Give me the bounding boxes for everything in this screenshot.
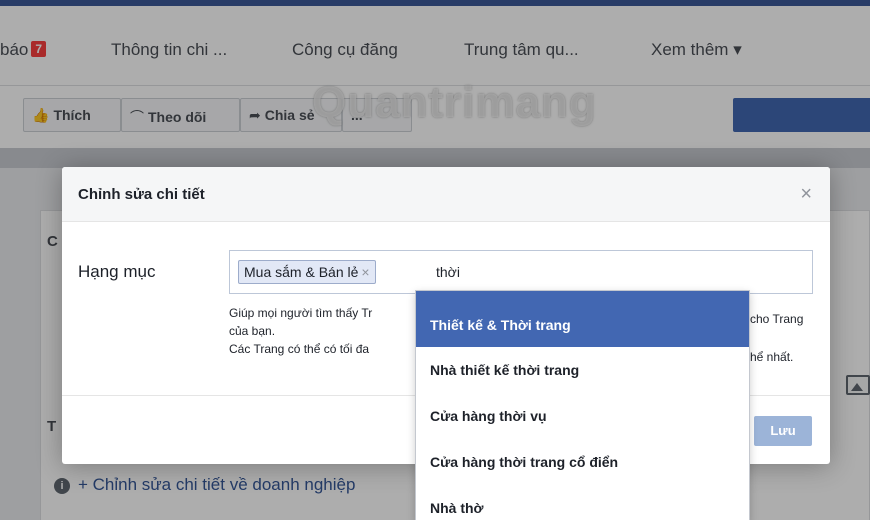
suggestion-item[interactable]: Cửa hàng thời vụ (416, 393, 749, 439)
suggestion-item[interactable]: Nhà thiết kế thời trang (416, 347, 749, 393)
suggestion-item[interactable]: Cửa hàng thời trang cổ điển (416, 439, 749, 485)
category-label: Hạng mục (78, 262, 156, 281)
typed-query: thời (436, 264, 460, 280)
category-input[interactable]: Mua sắm & Bán lẻ × thời (229, 250, 813, 294)
dialog-header: Chỉnh sửa chi tiết × (62, 167, 830, 222)
dialog-title: Chỉnh sửa chi tiết (78, 186, 205, 203)
help-text-fragment: hể nhất. (750, 350, 794, 364)
help-text-fragment: cho Trang (750, 312, 804, 326)
suggestion-item[interactable]: Nhà thờ (416, 485, 749, 520)
save-button[interactable]: Lưu (754, 416, 812, 446)
remove-token-icon[interactable]: × (361, 264, 369, 280)
category-token: Mua sắm & Bán lẻ × (238, 260, 376, 284)
category-suggestions-dropdown: Thiết kế & Thời trang Nhà thiết kế thời … (415, 290, 750, 520)
suggestion-item[interactable]: Thiết kế & Thời trang (416, 291, 749, 347)
close-icon[interactable]: × (800, 183, 812, 206)
